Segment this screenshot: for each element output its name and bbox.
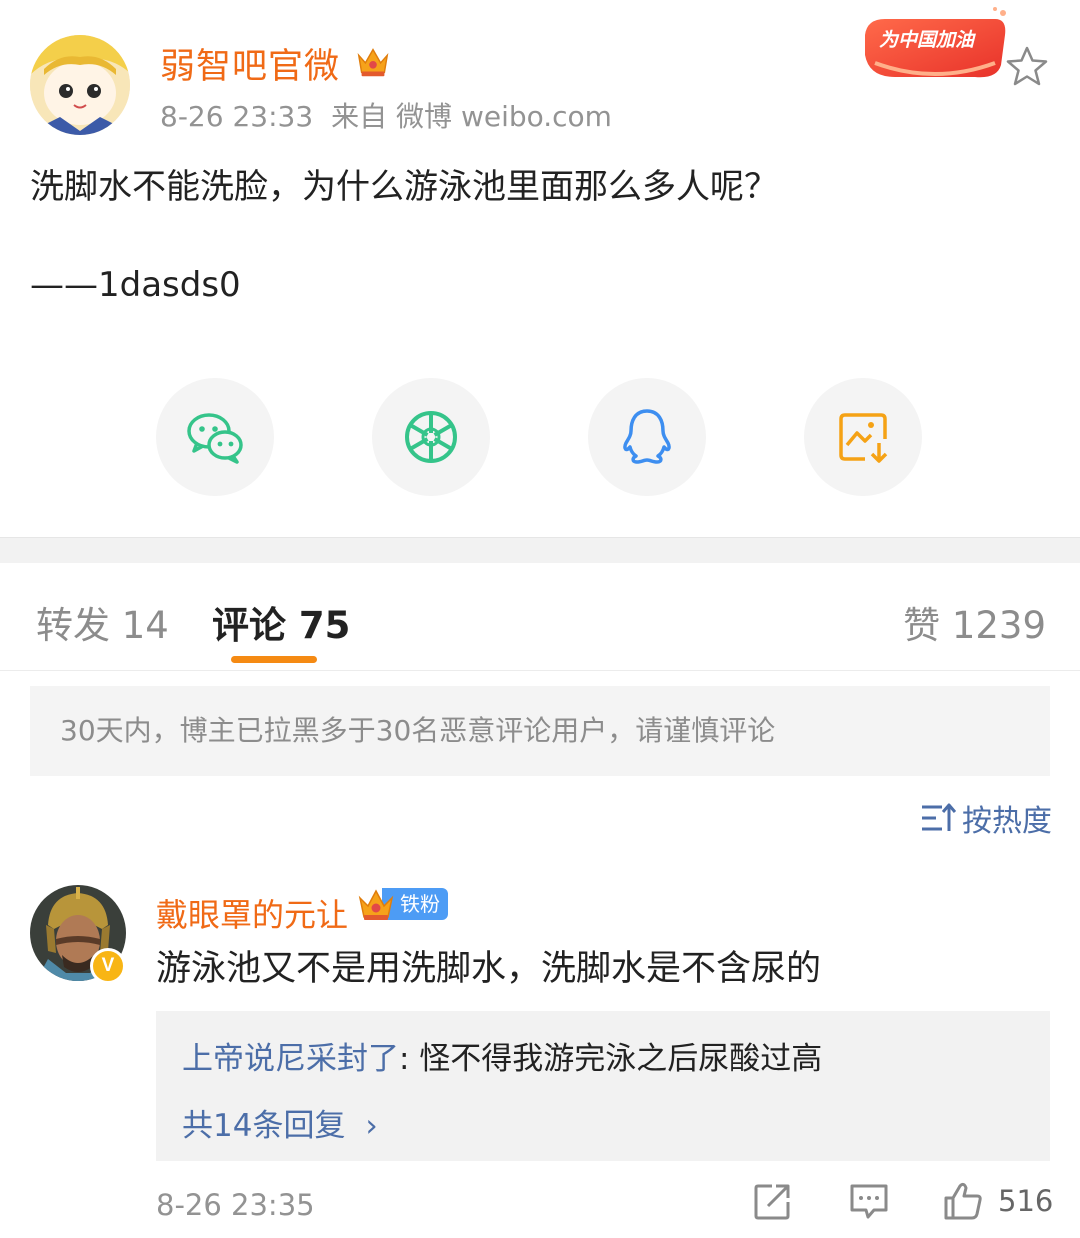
share-icon: [754, 1184, 790, 1220]
crown-icon: [358, 889, 394, 920]
comment-item: V 戴眼罩的元让 铁粉 游泳池又不是用洗脚水，洗脚水是不含尿的 上帝说尼采封了:…: [0, 880, 1080, 1238]
active-tab-indicator: [231, 656, 317, 663]
tab-repost[interactable]: 转发 14: [36, 595, 169, 649]
chevron-right-icon: ›: [365, 1108, 378, 1144]
post-header: 弱智吧官微 8-26 23:33 来自 微博 weibo.com 为中国加油: [0, 0, 1080, 140]
reply-count: 共14条回复: [182, 1108, 346, 1144]
commenter-name[interactable]: 戴眼罩的元让: [156, 890, 348, 936]
wechat-icon: [187, 413, 243, 464]
activity-badge[interactable]: 为中国加油: [855, 5, 1015, 83]
like-count: 516: [998, 1184, 1054, 1218]
moments-icon: [405, 411, 457, 463]
tab-comment[interactable]: 评论 75: [212, 595, 350, 649]
reply-separator: :: [399, 1041, 410, 1077]
post-time: 8-26 23:33: [160, 100, 314, 133]
comment-text: 游泳池又不是用洗脚水，洗脚水是不含尿的: [156, 949, 822, 989]
interaction-tabs: 转发 14 评论 75 赞 1239: [0, 563, 1080, 671]
post-meta: 8-26 23:33 来自 微博 weibo.com: [160, 95, 612, 135]
sort-by-hot-button[interactable]: 按热度: [920, 798, 1052, 839]
qq-icon: [623, 409, 671, 464]
tab-like[interactable]: 赞 1239: [903, 595, 1046, 649]
author-name[interactable]: 弱智吧官微: [160, 38, 340, 89]
section-divider: [0, 537, 1080, 563]
share-qq-button[interactable]: [588, 378, 706, 496]
author-avatar[interactable]: [30, 35, 130, 135]
crown-icon: [357, 48, 389, 77]
save-image-button[interactable]: [804, 378, 922, 496]
post-source: 来自 微博 weibo.com: [331, 100, 612, 133]
reply-line: 上帝说尼采封了: 怪不得我游完泳之后尿酸过高: [182, 1033, 1050, 1078]
verified-badge: V: [90, 948, 126, 984]
reply-comment-button[interactable]: [848, 1180, 890, 1222]
favorite-star-icon[interactable]: [1004, 44, 1050, 90]
post-signature: ——1dasds0: [30, 265, 241, 305]
activity-badge-text: 为中国加油: [879, 29, 975, 51]
post-body: 洗脚水不能洗脸，为什么游泳池里面那么多人呢？: [30, 167, 778, 207]
thumbs-up-icon: [944, 1182, 982, 1220]
sort-icon: [922, 803, 956, 831]
comment-time: 8-26 23:35: [156, 1188, 315, 1222]
fan-badge: 铁粉: [356, 884, 448, 924]
share-wechat-button[interactable]: [156, 378, 274, 496]
save-image-icon: [839, 413, 888, 463]
view-all-replies-link[interactable]: 共14条回复 ›: [182, 1100, 1050, 1145]
reply-user[interactable]: 上帝说尼采封了: [182, 1041, 399, 1077]
repost-comment-button[interactable]: [752, 1180, 794, 1222]
comment-notice: 30天内，博主已拉黑多于30名恶意评论用户，请谨慎评论: [30, 686, 1050, 776]
reply-preview[interactable]: 上帝说尼采封了: 怪不得我游完泳之后尿酸过高 共14条回复 ›: [156, 1011, 1050, 1161]
comment-icon: [850, 1184, 888, 1219]
reply-text: 怪不得我游完泳之后尿酸过高: [409, 1041, 823, 1077]
share-moments-button[interactable]: [372, 378, 490, 496]
sort-label: 按热度: [962, 804, 1052, 839]
like-comment-button[interactable]: 516: [942, 1180, 1053, 1222]
